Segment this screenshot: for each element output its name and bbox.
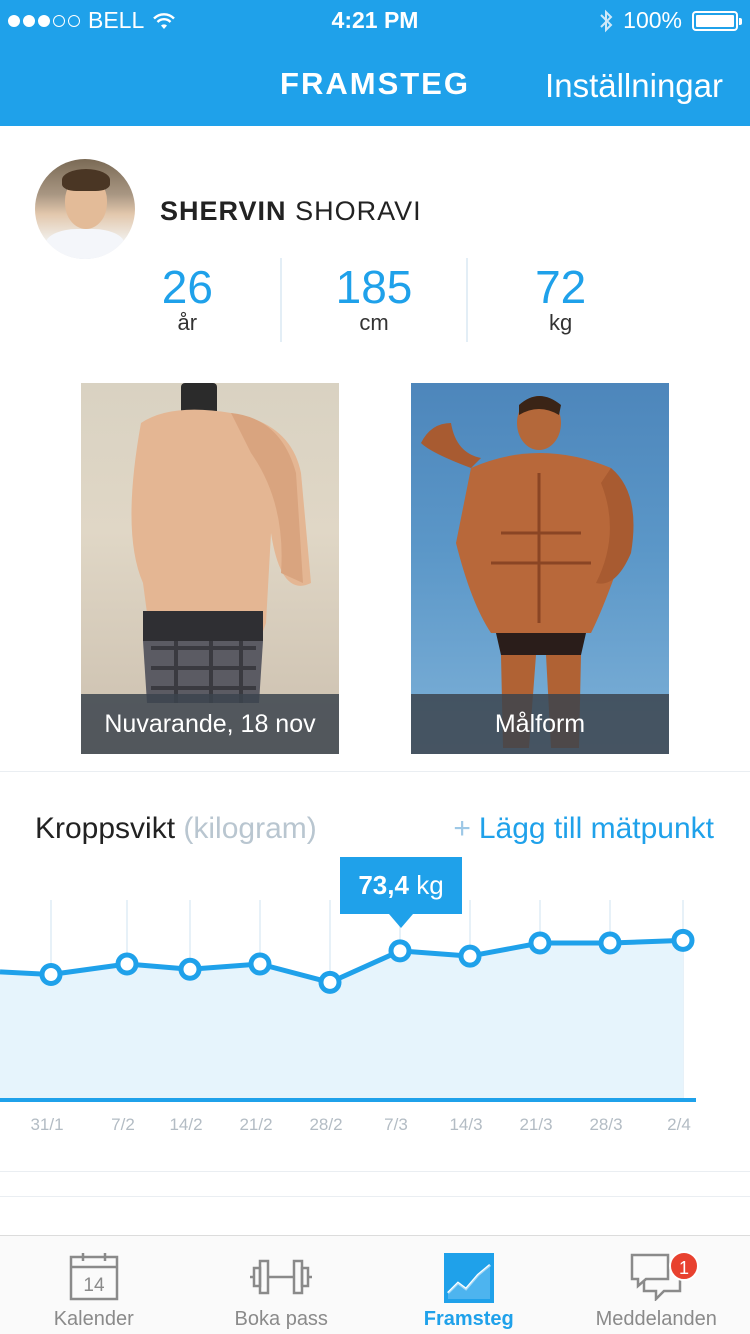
notification-badge: 1 xyxy=(669,1251,699,1281)
stat-height: 185 cm xyxy=(279,258,467,342)
tab-kalender[interactable]: 14 Kalender xyxy=(0,1236,188,1334)
goal-body-photo[interactable]: Målform xyxy=(411,383,669,754)
current-body-photo[interactable]: Nuvarande, 18 nov xyxy=(81,383,339,754)
tooltip-value: 73,4 xyxy=(358,870,409,900)
current-photo-caption: Nuvarande, 18 nov xyxy=(81,694,339,754)
chart-tick-label: 7/3 xyxy=(384,1115,408,1134)
chart-tick-label: 21/3 xyxy=(519,1115,552,1134)
chart-data-point xyxy=(318,970,342,994)
last-name: SHORAVI xyxy=(295,196,422,226)
first-name: SHERVIN xyxy=(160,196,287,226)
status-bar: BELL 4:21 PM 100% xyxy=(0,0,750,40)
status-right: 100% xyxy=(599,7,742,34)
chart-data-point xyxy=(388,939,412,963)
add-measurement-label: Lägg till mätpunkt xyxy=(478,812,714,845)
stat-unit: år xyxy=(177,310,198,335)
chart-tick-label: 2/4 xyxy=(667,1115,691,1134)
chart-tick-label: 14/3 xyxy=(449,1115,482,1134)
profile-stats: 26 år 185 cm 72 kg xyxy=(95,258,653,342)
chart-tick-label: 28/3 xyxy=(589,1115,622,1134)
chart-data-point xyxy=(39,963,63,986)
calendar-day: 14 xyxy=(83,1275,105,1296)
chart-data-point xyxy=(598,931,622,955)
chart-tick-label: 31/1 xyxy=(30,1115,63,1134)
avatar-shirt xyxy=(45,229,125,259)
battery-percent: 100% xyxy=(623,7,682,33)
chart-data-point xyxy=(458,944,482,968)
stat-unit: kg xyxy=(549,310,573,335)
calendar-icon: 14 xyxy=(69,1253,118,1301)
tooltip-unit: kg xyxy=(416,870,444,900)
stat-value: 26 xyxy=(161,261,213,313)
settings-button[interactable]: Inställningar xyxy=(545,67,723,105)
chart-tick-label: 7/2 xyxy=(111,1115,135,1134)
tab-boka-pass[interactable]: Boka pass xyxy=(188,1236,376,1334)
chart-title-unit: (kilogram) xyxy=(183,812,317,845)
chart-tooltip: 73,4 kg xyxy=(340,857,462,928)
add-measurement-button[interactable]: + Lägg till mätpunkt xyxy=(453,812,714,846)
nav-bar: FRAMSTEG Inställningar xyxy=(0,40,750,126)
section-divider xyxy=(0,771,750,772)
chart-data-point xyxy=(178,957,202,981)
section-divider xyxy=(0,1196,750,1197)
goal-photo-caption: Målform xyxy=(411,694,669,754)
battery-fill xyxy=(696,14,734,27)
chart-title: Kroppsvikt (kilogram) xyxy=(35,812,317,846)
chart-area-fill xyxy=(0,940,683,1100)
chart-data-point xyxy=(528,931,552,955)
tab-label: Boka pass xyxy=(234,1308,328,1330)
avatar[interactable] xyxy=(35,159,135,259)
tab-label: Kalender xyxy=(53,1308,134,1330)
chart-title-text: Kroppsvikt xyxy=(35,812,176,845)
plus-icon: + xyxy=(453,812,471,845)
tab-framsteg[interactable]: Framsteg xyxy=(375,1236,563,1334)
chart-tick-label: 28/2 xyxy=(309,1115,342,1134)
dumbbell-icon xyxy=(250,1259,313,1295)
section-divider xyxy=(0,1171,750,1172)
chart-data-point xyxy=(115,952,139,976)
progress-chart-icon xyxy=(443,1253,494,1303)
tab-bar: 14 Kalender Boka pass Framsteg Meddeland… xyxy=(0,1235,750,1334)
stat-unit: cm xyxy=(359,310,389,335)
chart-data-point xyxy=(248,952,272,976)
stat-age: 26 år xyxy=(95,258,280,342)
avatar-hair xyxy=(62,169,110,191)
battery-icon xyxy=(692,10,742,31)
stat-weight: 72 kg xyxy=(466,258,653,342)
tab-meddelanden[interactable]: Meddelanden xyxy=(563,1236,750,1334)
chart-tick-label: 14/2 xyxy=(169,1115,202,1134)
stat-value: 72 xyxy=(535,261,587,313)
stat-value: 185 xyxy=(335,261,413,313)
tab-label: Framsteg xyxy=(423,1308,514,1330)
chart-tick-label: 21/2 xyxy=(239,1115,272,1134)
chart-data-point xyxy=(671,928,695,952)
bluetooth-icon xyxy=(600,9,613,32)
profile-name: SHERVIN SHORAVI xyxy=(160,196,422,227)
tab-label: Meddelanden xyxy=(595,1308,717,1330)
